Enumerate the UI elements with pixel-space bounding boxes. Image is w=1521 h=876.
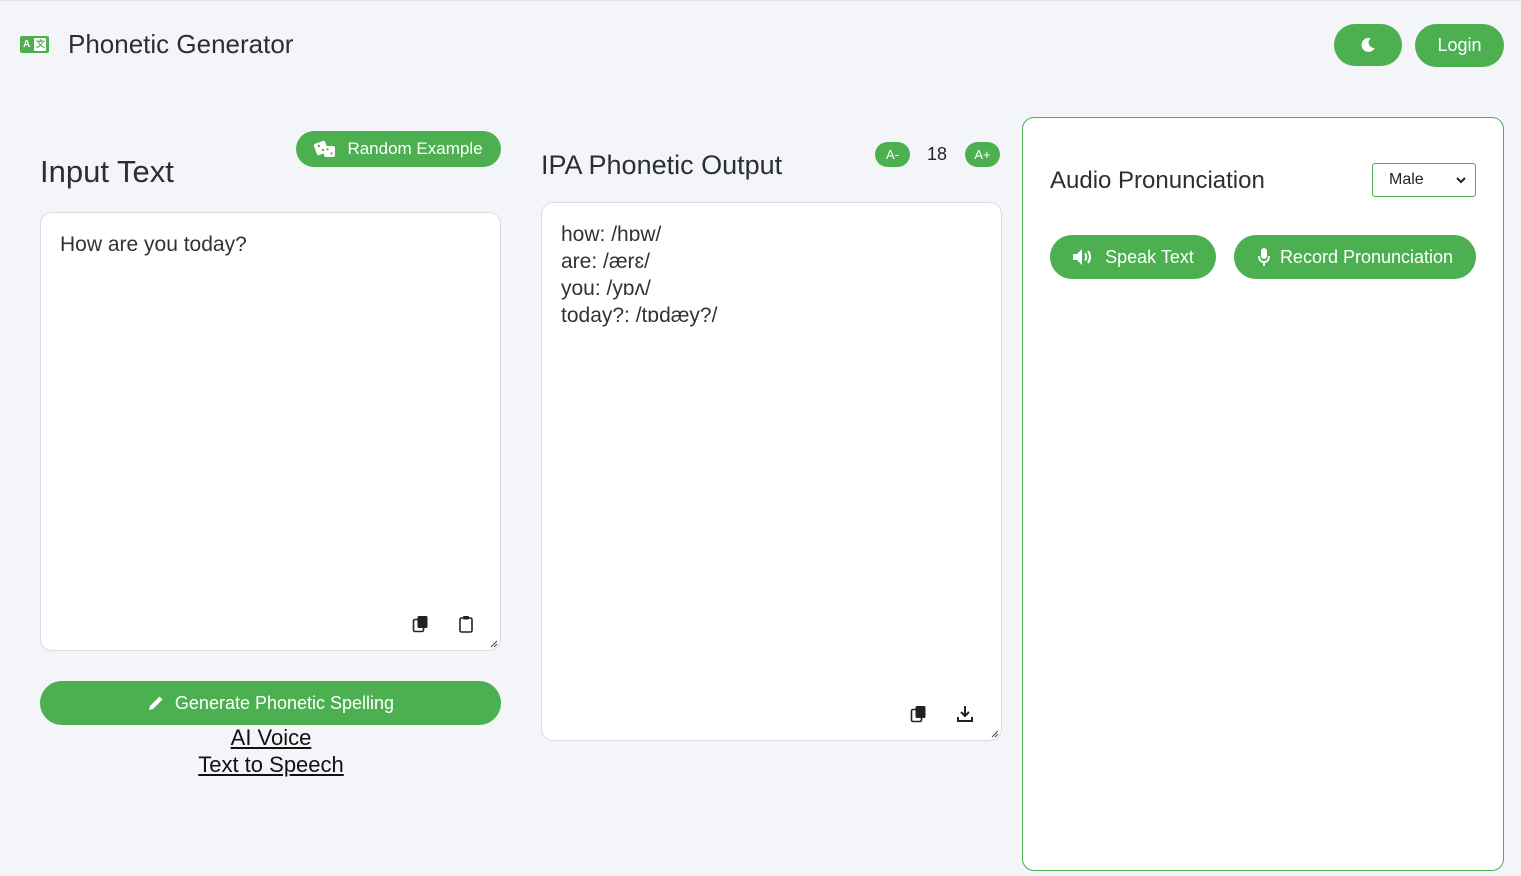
input-title: Input Text — [40, 154, 174, 189]
text-to-speech-link[interactable]: Text to Speech — [121, 752, 421, 778]
resize-handle-icon[interactable] — [989, 728, 999, 738]
random-example-button[interactable]: Random Example — [296, 131, 501, 167]
output-textarea[interactable]: how: /hɒw/ are: /ærɛ/ you: /yɒʌ/ today?:… — [541, 202, 1002, 741]
resize-handle-icon[interactable] — [488, 638, 498, 648]
microphone-icon — [1258, 248, 1270, 266]
language-icon: A 文 — [20, 36, 49, 53]
generate-button[interactable]: Generate Phonetic Spelling — [40, 681, 501, 725]
login-button[interactable]: Login — [1415, 24, 1504, 67]
speaker-icon — [1073, 249, 1092, 265]
pencil-icon — [148, 696, 163, 710]
paste-icon[interactable] — [457, 615, 475, 633]
audio-panel — [1022, 117, 1504, 871]
record-pronunciation-button[interactable]: Record Pronunciation — [1234, 235, 1476, 279]
ai-voice-link[interactable]: AI Voice — [121, 725, 421, 751]
dice-icon — [314, 140, 336, 157]
font-decrease-button[interactable]: A- — [875, 142, 910, 167]
moon-icon — [1361, 37, 1375, 52]
output-text: how: /hɒw/ are: /ærɛ/ you: /yɒʌ/ today?:… — [561, 223, 718, 327]
input-text: How are you today? — [60, 233, 247, 256]
font-increase-button[interactable]: A+ — [965, 142, 1000, 167]
download-icon[interactable] — [956, 705, 974, 723]
audio-title: Audio Pronunciation — [1050, 167, 1265, 194]
font-size-value: 18 — [926, 144, 948, 164]
speak-text-button[interactable]: Speak Text — [1050, 235, 1216, 279]
copy-icon[interactable] — [910, 705, 928, 723]
theme-toggle-button[interactable] — [1334, 24, 1402, 66]
chevron-down-icon — [1456, 177, 1466, 184]
copy-icon[interactable] — [412, 615, 430, 633]
input-textarea[interactable]: How are you today? — [40, 212, 501, 651]
output-title: IPA Phonetic Output — [541, 150, 783, 180]
app-title: Phonetic Generator — [68, 29, 294, 59]
voice-select[interactable]: Male — [1372, 163, 1476, 197]
